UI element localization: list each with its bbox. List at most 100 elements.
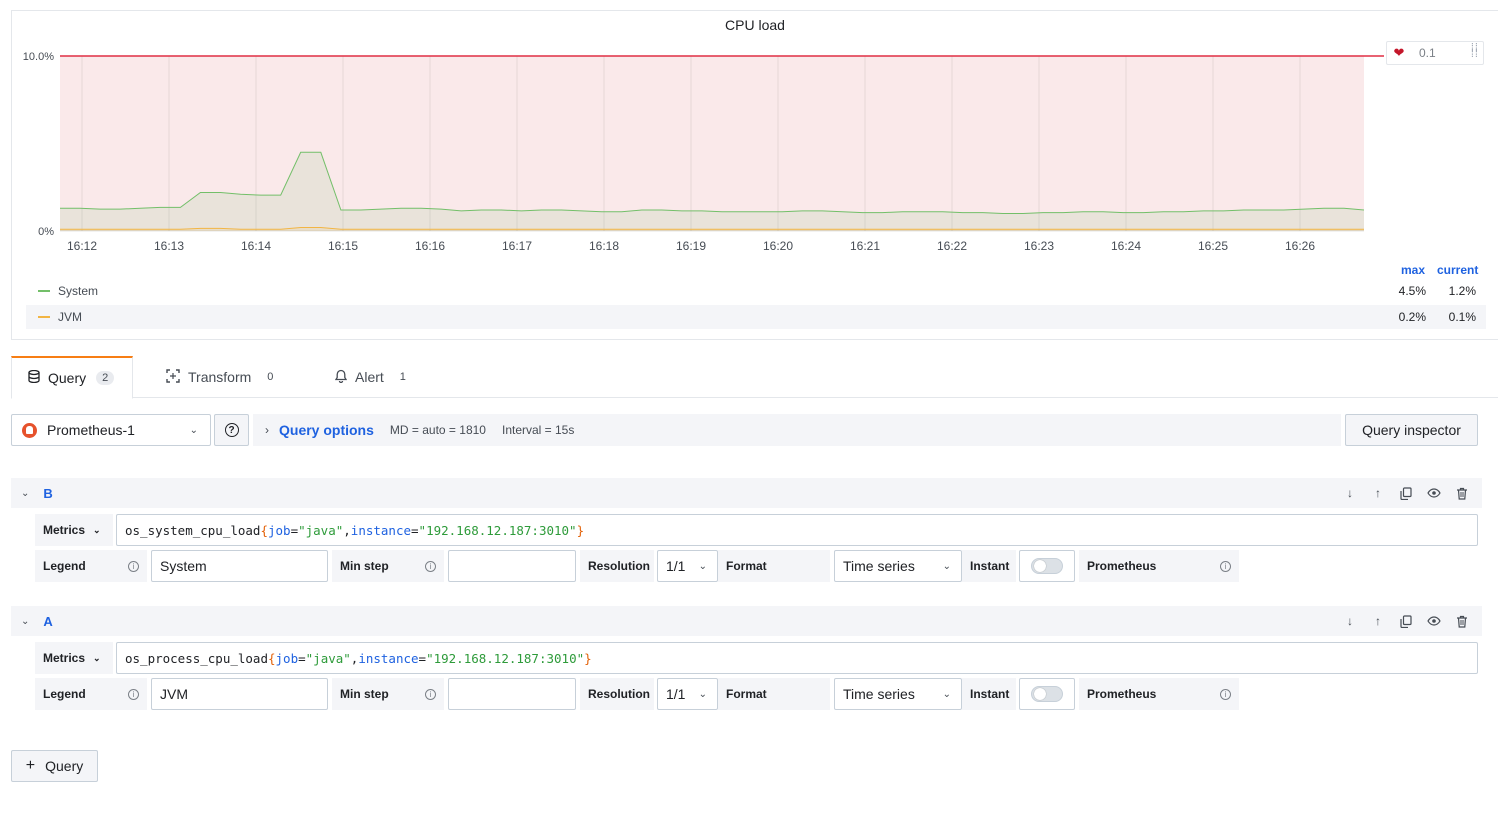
graph-panel: CPU load 16:12 16:13 16:14 16:15 16:16 16:17 1… (11, 10, 1498, 340)
add-query-label: Query (45, 758, 84, 774)
arrow-up-icon[interactable]: ↑ (1370, 485, 1386, 501)
expr-comma: , (350, 650, 359, 666)
bell-icon (334, 369, 348, 386)
prometheus-label-text: Prometheus (1087, 559, 1157, 573)
expr-comma: , (343, 522, 351, 538)
format-value: Time series (843, 686, 915, 702)
metrics-dropdown[interactable]: Metrics ⌄ (35, 642, 113, 674)
chevron-down-icon: ⌄ (698, 560, 707, 572)
query-ref-id[interactable]: B (43, 486, 52, 501)
trash-icon[interactable] (1454, 485, 1470, 501)
legend-label: Legend i (35, 678, 147, 710)
min-step-input[interactable] (448, 550, 576, 582)
chevron-down-icon: ⌄ (942, 688, 951, 700)
resolution-value: 1/1 (666, 686, 686, 702)
duplicate-icon[interactable] (1398, 485, 1414, 501)
expr-label-key: job (275, 650, 299, 666)
min-step-label-text: Min step (340, 687, 389, 701)
datasource-name: Prometheus-1 (47, 422, 135, 438)
arrow-down-icon[interactable]: ↓ (1342, 613, 1358, 629)
info-icon[interactable]: i (128, 688, 139, 700)
resolution-select[interactable]: 1/1 ⌄ (657, 678, 718, 710)
instant-label: Instant (962, 550, 1016, 582)
tab-alert[interactable]: Alert 1 (334, 356, 412, 398)
info-icon[interactable]: i (425, 688, 436, 700)
threshold-handle[interactable]: ❤ 0.1 ⁞⁞ ⁞⁞ (1386, 41, 1484, 65)
datasource-select[interactable]: Prometheus-1 ⌄ (11, 414, 211, 446)
tab-label: Transform (188, 369, 252, 385)
x-tick-label: 16:23 (1024, 239, 1054, 253)
prometheus-logo-icon (22, 422, 37, 438)
prometheus-label: Prometheus i (1079, 550, 1239, 582)
legend-input[interactable]: JVM (151, 678, 328, 710)
add-query-button[interactable]: + Query (11, 750, 98, 782)
legend-header-current[interactable]: current (1437, 263, 1478, 277)
expr-metric: os_system_cpu_load (125, 522, 261, 538)
metrics-dropdown[interactable]: Metrics ⌄ (35, 514, 113, 546)
expr-label-value: "192.168.12.187:3010" (426, 650, 585, 666)
y-tick-label: 0% (38, 226, 54, 238)
metrics-label: Metrics (43, 523, 86, 537)
x-tick-label: 16:21 (850, 239, 880, 253)
query-expression-input[interactable]: os_system_cpu_load{job = "java", instance = "… (116, 514, 1478, 546)
expr-label-value: "192.168.12.187:3010" (418, 522, 577, 538)
legend-row-jvm[interactable]: JVM 0.2% 0.1% (26, 305, 1486, 329)
arrow-down-icon[interactable]: ↓ (1342, 485, 1358, 501)
info-icon[interactable]: i (1220, 688, 1231, 700)
threshold-value: 0.1 (1419, 46, 1436, 60)
max-data-points-info: MD = auto = 1810 (389, 423, 486, 437)
instant-toggle[interactable] (1031, 686, 1063, 702)
x-tick-label: 16:13 (154, 239, 184, 253)
legend-header-max[interactable]: max (1401, 263, 1425, 277)
min-step-input[interactable] (448, 678, 576, 710)
instant-toggle-wrap (1019, 550, 1075, 582)
eye-icon[interactable] (1426, 613, 1442, 629)
duplicate-icon[interactable] (1398, 613, 1414, 629)
query-actions: ↓ ↑ (1342, 606, 1470, 636)
query-inspector-button[interactable]: Query inspector (1345, 414, 1478, 446)
tab-transform[interactable]: Transform 0 (166, 356, 279, 398)
chevron-down-icon: ⌄ (698, 688, 707, 700)
trash-icon[interactable] (1454, 613, 1470, 629)
query-ref-id[interactable]: A (43, 614, 52, 629)
eye-icon[interactable] (1426, 485, 1442, 501)
expr-label-key: instance (358, 650, 419, 666)
format-select[interactable]: Time series ⌄ (834, 678, 962, 710)
format-select[interactable]: Time series ⌄ (834, 550, 962, 582)
y-tick-label: 10.0% (23, 51, 54, 63)
query-header-a[interactable]: ⌄ A ↓ ↑ (11, 606, 1482, 636)
resolution-select[interactable]: 1/1 ⌄ (657, 550, 718, 582)
series-color-swatch[interactable] (38, 290, 50, 292)
arrow-up-icon[interactable]: ↑ (1370, 613, 1386, 629)
instant-toggle[interactable] (1031, 558, 1063, 574)
info-icon[interactable]: i (128, 560, 139, 572)
query-options-title[interactable]: Query options (279, 422, 374, 438)
legend-input[interactable]: System (151, 550, 328, 582)
heart-icon: ❤ (1393, 45, 1405, 60)
info-icon[interactable]: i (1220, 560, 1231, 572)
instant-toggle-wrap (1019, 678, 1075, 710)
legend-series-name[interactable]: System (58, 284, 98, 298)
chevron-down-icon[interactable]: ⌄ (21, 616, 29, 627)
chevron-down-icon[interactable]: ⌄ (21, 488, 29, 499)
legend-series-name[interactable]: JVM (58, 310, 82, 324)
query-header-b[interactable]: ⌄ B ↓ ↑ (11, 478, 1482, 508)
expr-metric: os_process_cpu_load (125, 650, 268, 666)
tab-count-badge: 1 (399, 371, 406, 383)
info-icon[interactable]: i (425, 560, 436, 572)
series-color-swatch[interactable] (38, 316, 50, 318)
transform-icon (166, 368, 180, 386)
expr-operator: = (290, 522, 299, 538)
query-options-bar[interactable]: › Query options MD = auto = 1810 Interva… (253, 414, 1341, 446)
legend-label-text: Legend (43, 559, 86, 573)
query-actions: ↓ ↑ (1342, 478, 1470, 508)
help-button[interactable]: ? (214, 414, 249, 446)
query-expression-input[interactable]: os_process_cpu_load{job = "java", instance =… (116, 642, 1478, 674)
legend-row-system[interactable]: System 4.5% 1.2% (26, 279, 1486, 303)
expr-label-value: "java" (305, 650, 351, 666)
expr-brace: } (584, 650, 592, 666)
drag-handle-icon[interactable]: ⁞⁞ ⁞⁞ (1471, 43, 1479, 60)
x-tick-label: 16:26 (1285, 239, 1315, 253)
legend-label-text: Legend (43, 687, 86, 701)
tab-query[interactable]: Query 2 (11, 356, 133, 399)
